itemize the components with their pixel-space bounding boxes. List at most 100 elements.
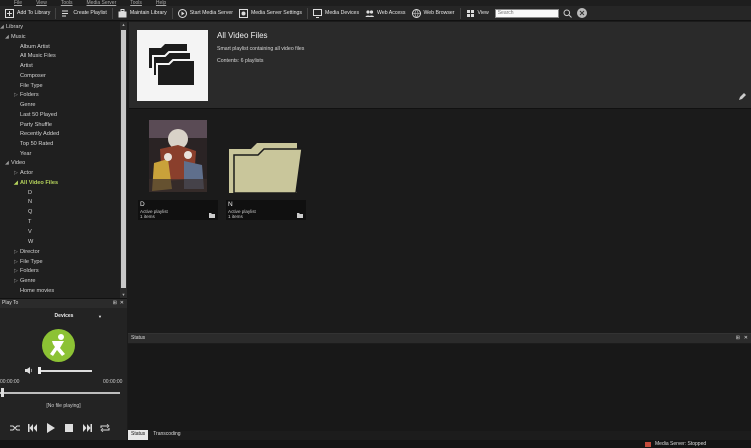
media-devices-label: Media Devices <box>325 10 360 16</box>
tree-item-year[interactable]: Year <box>20 150 31 159</box>
tree-item-party-shuffle[interactable]: Party Shuffle <box>20 121 52 130</box>
create-playlist-button[interactable]: Create Playlist <box>58 7 109 20</box>
close-icon[interactable]: ✕ <box>744 334 748 343</box>
tree-item-composer[interactable]: Composer <box>20 72 46 81</box>
previous-icon[interactable] <box>28 423 38 433</box>
server-status-text: Media Server: Stopped <box>655 441 707 447</box>
tree-item-genre[interactable]: Genre <box>20 101 36 110</box>
tree-item-all-video-files[interactable]: ◢ All Video Files <box>14 179 58 188</box>
tree-item-letter-w[interactable]: W <box>28 238 33 247</box>
toolbar: Add To Library Create Playlist Maintain … <box>0 6 751 21</box>
stop-icon[interactable] <box>64 423 74 433</box>
playlist-card-n[interactable]: N Active playlist 1 items <box>226 119 306 221</box>
edit-icon[interactable] <box>738 93 746 101</box>
toolbar-separator <box>171 7 173 19</box>
large-folder-icon <box>229 143 303 194</box>
tab-status[interactable]: Status <box>128 430 149 440</box>
volume-slider-handle[interactable] <box>38 367 41 374</box>
tree-item-all-music-files[interactable]: All Music Files <box>20 52 56 61</box>
toolbar-separator <box>459 7 461 19</box>
folder-icon <box>297 213 303 218</box>
tree-item-album-artist[interactable]: Album Artist <box>20 43 50 52</box>
play-to-header: Play To ⊞ ✕ <box>0 299 127 308</box>
volume-slider[interactable] <box>38 370 92 372</box>
total-time: 00:00:00 <box>103 379 123 385</box>
tree-item-director[interactable]: ▷ Director <box>14 248 40 257</box>
tree-item-folders[interactable]: ▷ Folders <box>14 91 39 100</box>
maintain-library-button[interactable]: Maintain Library <box>115 7 170 20</box>
tree-item-letter-q[interactable]: Q <box>28 208 32 217</box>
repeat-icon[interactable] <box>100 423 110 433</box>
add-to-library-button[interactable]: Add To Library <box>2 7 53 20</box>
tree-item-video-folders[interactable]: ▷ Folders <box>14 267 39 276</box>
tree-item-letter-d[interactable]: D <box>28 189 32 198</box>
view-button[interactable]: View <box>463 7 492 20</box>
stacked-folders-icon <box>149 44 196 87</box>
clear-search-icon[interactable] <box>576 8 587 18</box>
chevron-down-icon: ▼ <box>98 314 102 319</box>
close-icon[interactable]: ✕ <box>120 299 124 308</box>
device-dropdown[interactable]: Devices ▼ <box>26 312 102 321</box>
tree-scrollbar[interactable]: ▲ ▼ <box>120 22 127 298</box>
search-input[interactable] <box>494 8 559 18</box>
media-devices-button[interactable]: Media Devices <box>310 7 362 20</box>
card-info: N Active playlist 1 items <box>226 200 306 220</box>
playlist-contents-count: Contents: 6 playlists <box>217 58 264 64</box>
shuffle-icon[interactable] <box>10 423 20 433</box>
tree-item-letter-t[interactable]: T <box>28 218 31 227</box>
app-logo <box>42 329 75 362</box>
tree-item-video-file-type[interactable]: ▷ File Type <box>14 258 43 267</box>
tree-item-last-50-played[interactable]: Last 50 Played <box>20 111 57 120</box>
web-browser-button[interactable]: Web Browser <box>409 7 458 20</box>
tree-video[interactable]: ◢ Video <box>5 159 25 168</box>
play-circle-icon <box>177 8 187 18</box>
tree-music[interactable]: ◢ Music <box>5 33 26 42</box>
search-icon[interactable] <box>563 8 573 18</box>
tab-transcoding[interactable]: Transcoding <box>150 430 183 440</box>
playlist-card-d[interactable]: D Active playlist 1 items <box>138 119 218 221</box>
tree-video-label: Video <box>11 160 26 166</box>
seek-bar-handle[interactable] <box>1 388 4 397</box>
playlist-thumbnail <box>137 30 208 101</box>
now-playing-text: [No file playing] <box>46 403 81 409</box>
pin-icon[interactable]: ⊞ <box>113 299 117 308</box>
scrollbar-thumb[interactable] <box>121 30 126 288</box>
playlist-header: All Video Files Smart playlist containin… <box>129 22 751 109</box>
add-to-library-label: Add To Library <box>17 10 51 16</box>
seek-bar[interactable] <box>0 392 120 394</box>
play-icon[interactable] <box>46 423 56 433</box>
card-info: D Active playlist 1 items <box>138 200 218 220</box>
scroll-up-icon[interactable]: ▲ <box>120 22 127 28</box>
tree-item-label: File Type <box>20 259 43 265</box>
volume-icon[interactable] <box>25 367 33 374</box>
elapsed-time: 00:00:00 <box>0 379 20 385</box>
create-playlist-label: Create Playlist <box>73 10 107 16</box>
web-access-button[interactable]: Web Access <box>362 7 408 20</box>
tree-item-file-type[interactable]: File Type <box>20 82 43 91</box>
tree-item-letter-n[interactable]: N <box>28 198 32 207</box>
tree-item-label: Folders <box>20 92 39 98</box>
tree-item-video-genre[interactable]: ▷ Genre <box>14 277 36 286</box>
settings-icon <box>238 8 248 18</box>
media-server-settings-button[interactable]: Media Server Settings <box>236 7 305 20</box>
poster-thumbnail <box>138 119 218 200</box>
tree-item-actor[interactable]: ▷ Actor <box>14 169 33 178</box>
tree-library[interactable]: ◢ Library <box>0 23 23 32</box>
server-status-icon <box>645 442 651 447</box>
pin-icon[interactable]: ⊞ <box>736 334 740 343</box>
globe-icon <box>411 8 421 18</box>
tree-item-recently-added[interactable]: Recently Added <box>20 130 59 139</box>
tree-item-home-movies[interactable]: Home movies <box>20 287 54 296</box>
tree-item-artist[interactable]: Artist <box>20 62 33 71</box>
card-title: D <box>140 201 145 208</box>
start-media-server-button[interactable]: Start Media Server <box>175 7 236 20</box>
tree-item-label: Actor <box>20 170 34 176</box>
device-label: Devices <box>54 313 74 319</box>
toolbar-separator <box>307 7 309 19</box>
tree-item-letter-v[interactable]: V <box>28 228 32 237</box>
tree-item-label: Folders <box>20 268 39 274</box>
tree-item-top-50-rated[interactable]: Top 50 Rated <box>20 140 53 149</box>
card-count: 1 items <box>228 214 243 219</box>
web-access-label: Web Access <box>377 10 406 16</box>
next-icon[interactable] <box>82 423 92 433</box>
